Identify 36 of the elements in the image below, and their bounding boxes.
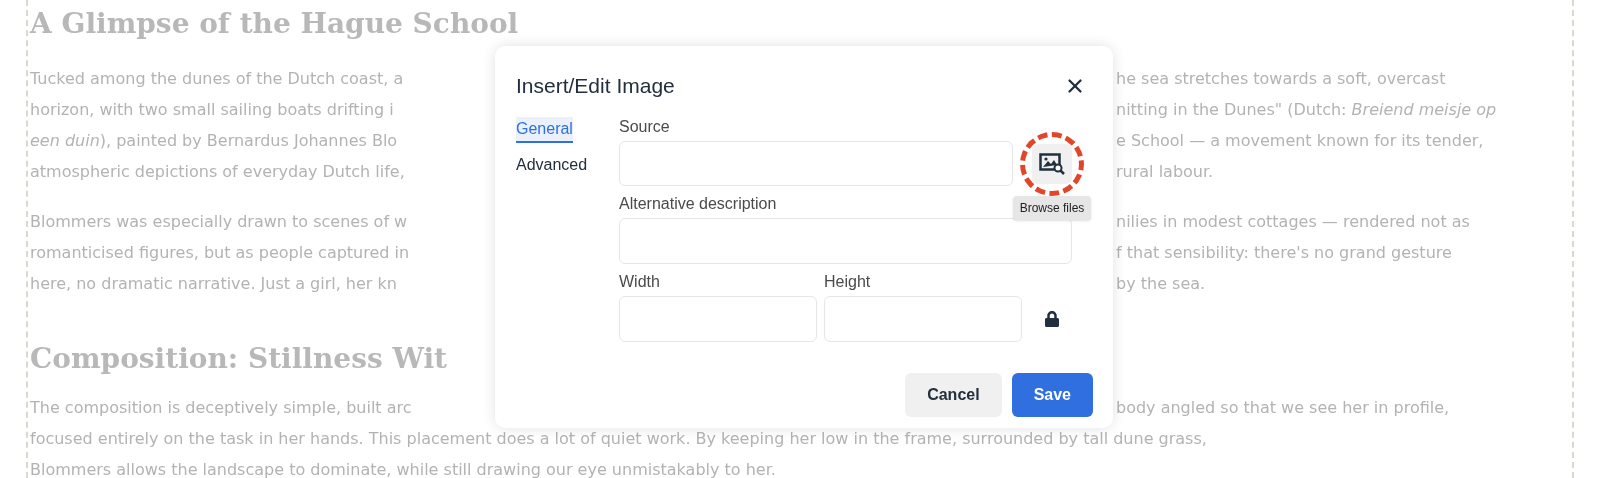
source-field[interactable]	[619, 141, 1013, 186]
dimension-field[interactable]	[824, 296, 1022, 342]
browse-button[interactable]	[1032, 143, 1072, 184]
paragraph-text: rural labour.	[1116, 160, 1214, 183]
field-label: Width	[619, 272, 661, 292]
paragraph-text: by the sea.	[1116, 272, 1206, 295]
paragraph-text: Tucked among the dunes of the Dutch coast, a	[30, 67, 404, 90]
paragraph-text: body angled so that we see her in profile,	[1116, 396, 1450, 419]
paragraph-text: horizon, with two small sailing boats drifting i	[30, 98, 394, 121]
paragraph-text: Blommers allows the landscape to dominate, while still drawing our eye unmistakably to her.	[30, 458, 776, 478]
paragraph-text: e School — a movement known for its tender,	[1116, 129, 1484, 152]
paragraph-text: The composition is deceptively simple, built arc	[30, 396, 412, 419]
tab[interactable]: General	[516, 117, 573, 143]
paragraph-text: Blommers was especially drawn to scenes of w	[30, 210, 408, 233]
paragraph-text: f that sensibility: there's no grand gesture	[1116, 241, 1452, 264]
paragraph-text: een duin), painted by Bernardus Johannes Blo	[30, 129, 398, 152]
paragraph-text: nilies in modest cottages — rendered not as	[1116, 210, 1470, 233]
dimension-field[interactable]	[619, 296, 817, 342]
alt-text-field[interactable]	[619, 218, 1072, 264]
field-label: Height	[824, 272, 872, 292]
field-label: Alternative description	[619, 194, 777, 214]
tab[interactable]: Advanced	[516, 153, 588, 179]
cancel-button[interactable]: Cancel	[905, 373, 1002, 417]
section-heading: A Glimpse of the Hague School	[30, 6, 520, 42]
paragraph-text: here, no dramatic narrative. Just a girl, her kn	[30, 272, 397, 295]
image-search-icon	[1039, 152, 1065, 175]
paragraph-text: romanticised figures, but as people captured in	[30, 241, 410, 264]
dialog-title: Insert/Edit Image	[516, 73, 675, 100]
field-label: Source	[619, 117, 671, 137]
save-button[interactable]: Save	[1011, 373, 1093, 417]
section-heading: Composition: Stillness Wit	[30, 341, 448, 377]
tooltip: Browse files	[1013, 195, 1091, 220]
paragraph-text: focused entirely on the task in her hands. This placement does a lot of quiet work. By keeping her low in the frame, surrounded by tall dune grass,	[30, 427, 1207, 450]
paragraph-text: atmospheric depictions of everyday Dutch life,	[30, 160, 405, 183]
paragraph-text: nitting in the Dunes" (Dutch: Breiend meisje op	[1116, 98, 1497, 121]
paragraph-text: he sea stretches towards a soft, overcast	[1116, 67, 1446, 90]
